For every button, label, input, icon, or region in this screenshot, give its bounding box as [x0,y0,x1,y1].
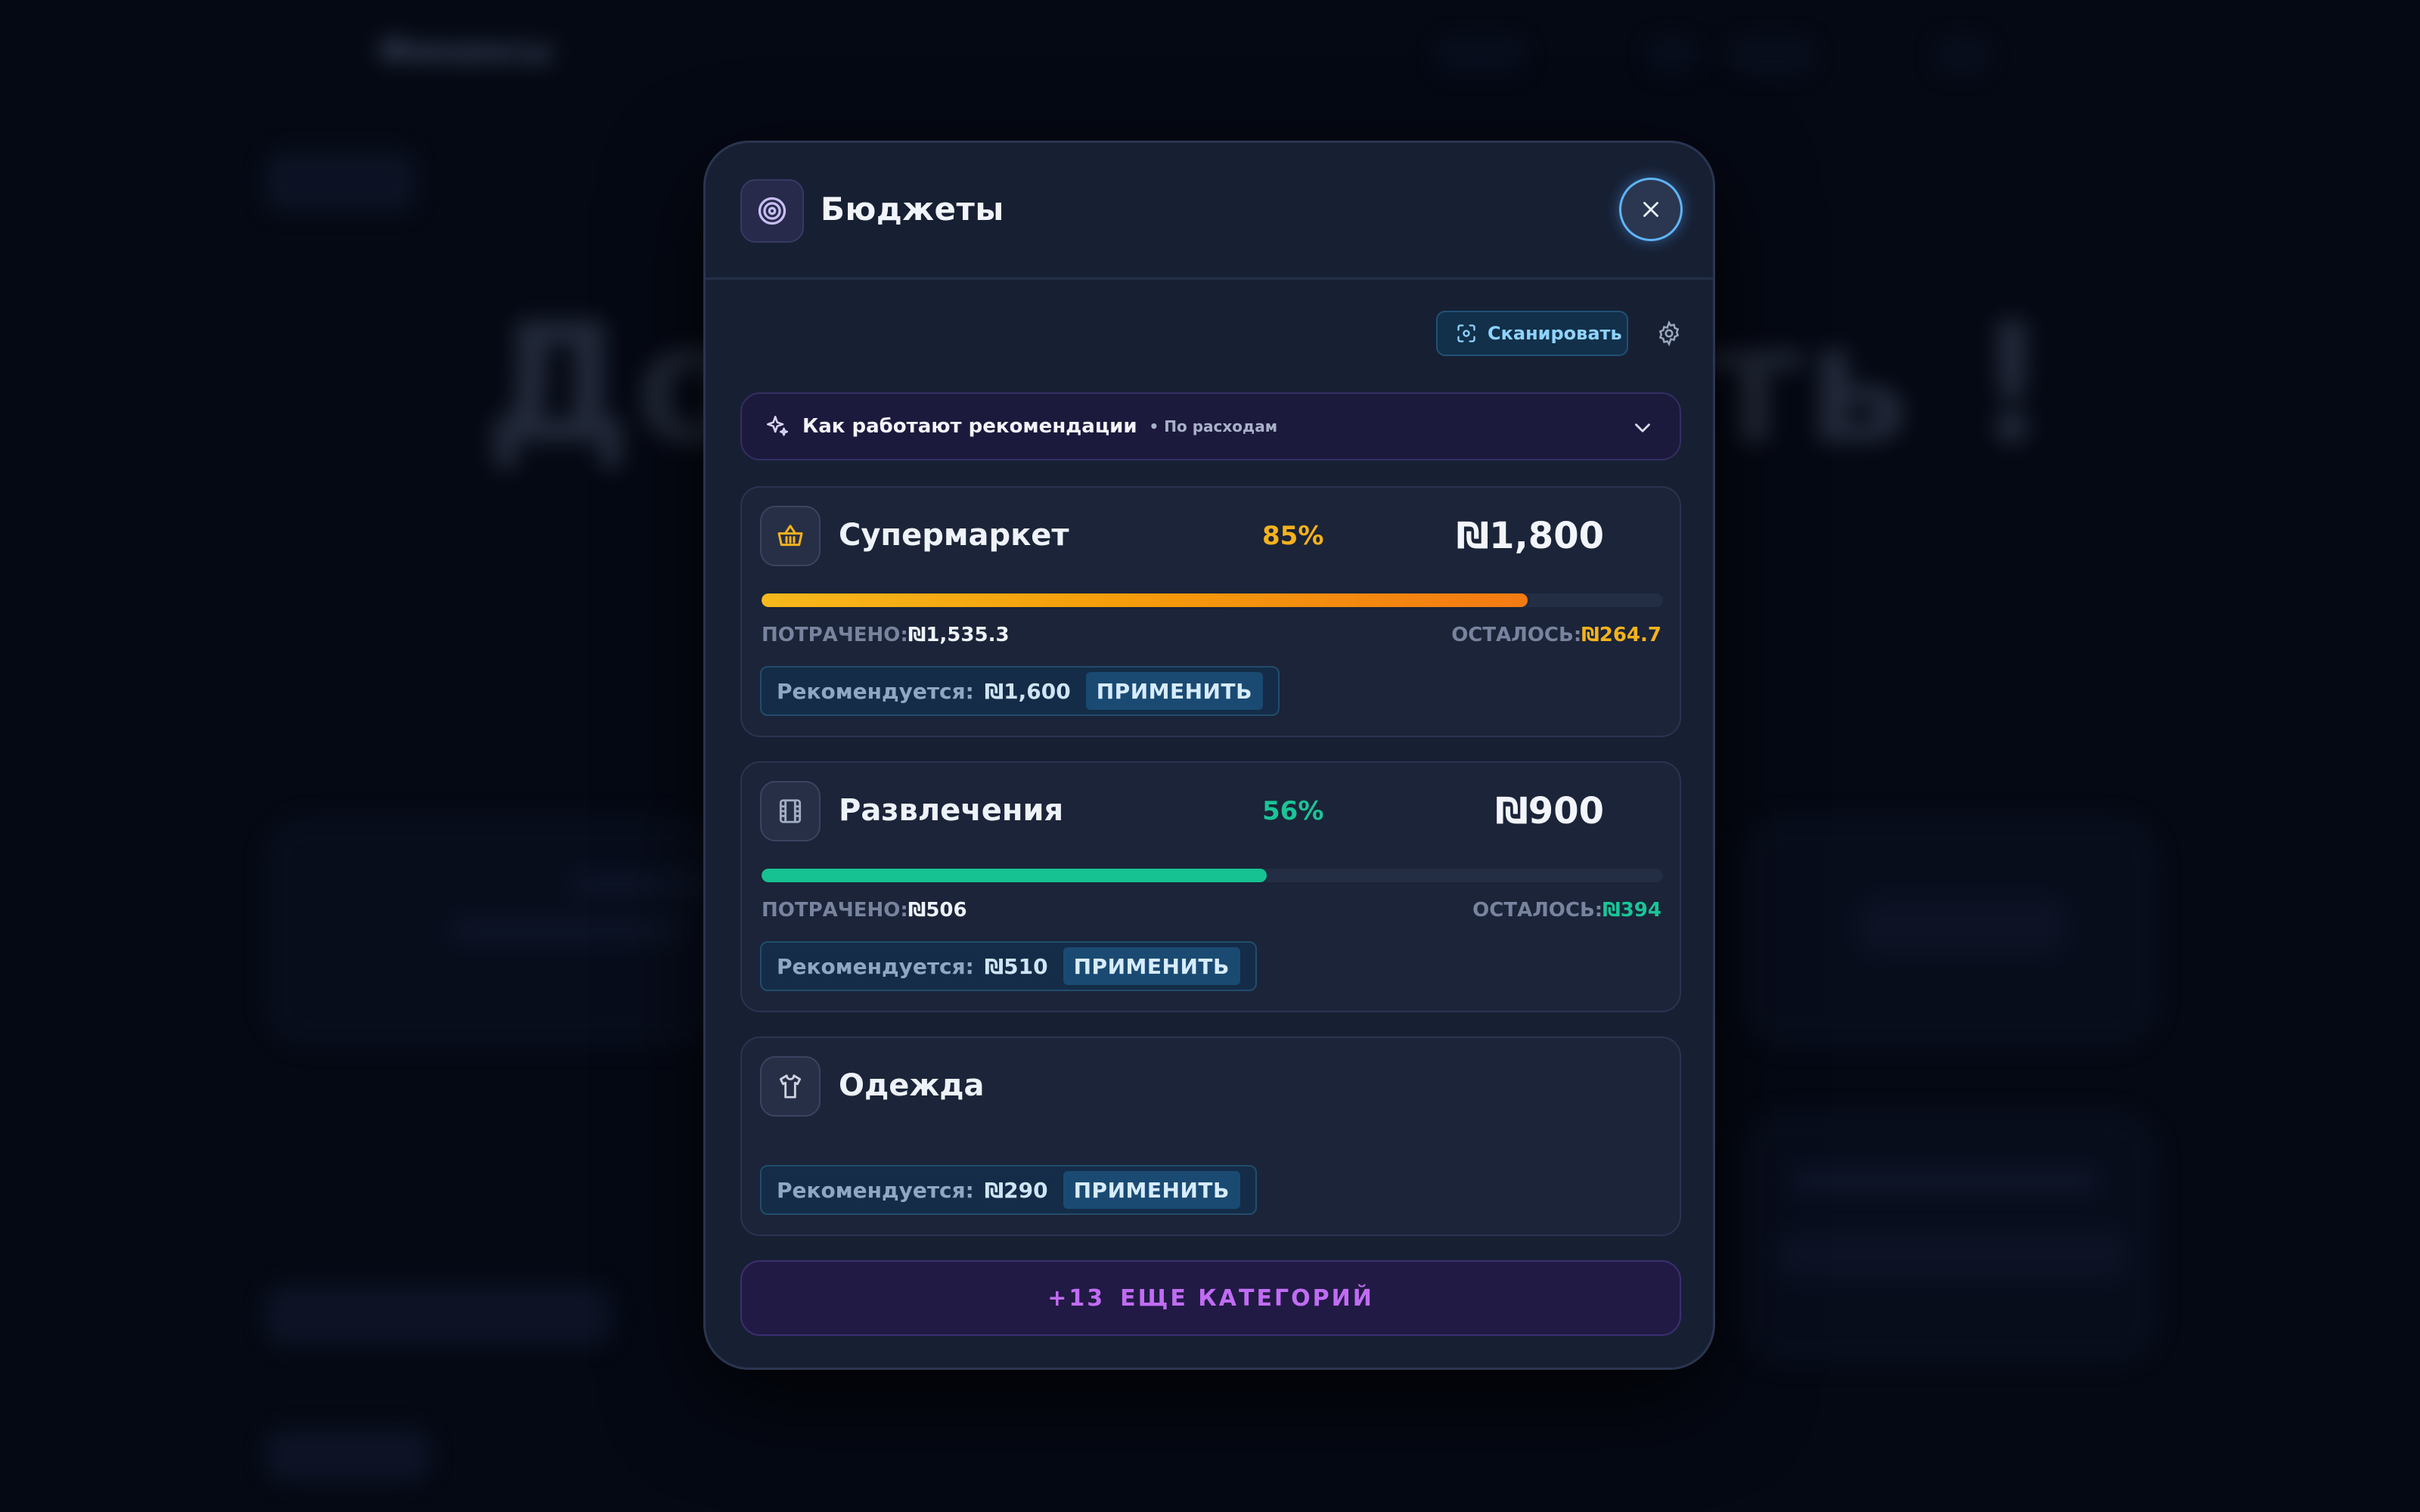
remaining-label: ОСТАЛОСЬ:₪394 [1472,899,1661,922]
target-icon [740,179,804,243]
background-line [1792,1172,2095,1190]
gear-icon [1658,321,1680,346]
background-nav-item [1936,38,1988,73]
more-label: ЕЩЕ КАТЕГОРИЙ [1120,1284,1374,1312]
recommendation-box: Рекомендуется: ₪510 ПРИМЕНИТЬ [760,941,1257,991]
apply-button[interactable]: ПРИМЕНИТЬ [1063,1171,1240,1209]
budgets-modal: Бюджеты Сканировать Как работают рекомен… [703,141,1715,1370]
budget-card-clothing[interactable]: Одежда Рекомендуется: ₪290 ПРИМЕНИТЬ [740,1036,1681,1236]
recommended-label: Рекомендуется: [777,953,974,979]
more-categories-button[interactable]: +13 ЕЩЕ КАТЕГОРИЙ [740,1260,1681,1336]
recommendation-box: Рекомендуется: ₪290 ПРИМЕНИТЬ [760,1165,1257,1215]
background-line [575,877,711,892]
remaining-value: ₪264.7 [1581,624,1661,646]
settings-button[interactable] [1652,317,1686,350]
scan-button[interactable]: Сканировать [1436,311,1628,356]
category-budget-amount: ₪900 [1495,790,1604,832]
recommended-value: ₪290 [984,1177,1048,1203]
category-name: Развлечения [839,793,1064,828]
basket-icon [760,506,821,566]
scan-button-label: Сканировать [1488,323,1622,344]
category-budget-amount: ₪1,800 [1456,515,1604,557]
budget-card-supermarket[interactable]: Супермаркет 85% ₪1,800 ПОТРАЧЕНО:₪1,535.… [740,486,1681,737]
info-subtitle: • По расходам [1149,417,1278,435]
apply-button[interactable]: ПРИМЕНИТЬ [1085,672,1263,710]
recommended-value: ₪1,600 [984,678,1071,704]
sparkles-icon [766,415,789,436]
background-navbar: Финансы [0,0,2420,106]
info-title: Как работают рекомендации [802,415,1137,438]
spent-value: ₪1,535.3 [908,624,1010,646]
recommended-label: Рекомендуется: [777,1177,974,1203]
apply-button[interactable]: ПРИМЕНИТЬ [1063,947,1240,985]
category-percent: 85% [1262,521,1324,551]
background-nav-item [1437,38,1525,73]
background-button [265,1285,613,1346]
recommended-label: Рекомендуется: [777,678,974,704]
remaining-value: ₪394 [1602,899,1661,922]
close-icon [1643,202,1658,217]
background-logo: Финансы [378,32,553,70]
spent-value: ₪506 [908,899,967,922]
recommendations-info-toggle[interactable]: Как работают рекомендации • По расходам [740,392,1681,460]
budget-card-entertainment[interactable]: Развлечения 56% ₪900 ПОТРАЧЕНО:₪506 ОСТА… [740,761,1681,1012]
progress-fill [762,593,1528,607]
background-line [454,922,681,937]
background-button [1777,1232,2125,1278]
background-nav-item [1649,38,1694,73]
background-nav-item [1732,38,1813,73]
category-name: Одежда [839,1068,985,1103]
remaining-label: ОСТАЛОСЬ:₪264.7 [1451,624,1661,646]
spent-label: ПОТРАЧЕНО:₪506 [762,899,967,922]
modal-header: Бюджеты [706,143,1713,280]
category-name: Супермаркет [839,518,1069,553]
background-button [265,1429,431,1482]
category-percent: 56% [1262,796,1324,826]
scan-icon [1457,324,1475,342]
progress-track [762,869,1663,882]
background-button [1860,900,2065,953]
spent-label: ПОТРАЧЕНО:₪1,535.3 [762,624,1010,646]
recommendation-box: Рекомендуется: ₪1,600 ПРИМЕНИТЬ [760,666,1280,716]
chevron-down-icon [1635,423,1650,432]
modal-title: Бюджеты [821,191,1004,228]
more-count: +13 [1047,1284,1106,1312]
recommended-value: ₪510 [984,953,1048,979]
progress-track [762,593,1663,607]
close-button[interactable] [1619,178,1683,241]
background-chip [265,151,416,212]
film-icon [760,781,821,841]
progress-fill [762,869,1267,882]
shirt-icon [760,1056,821,1117]
